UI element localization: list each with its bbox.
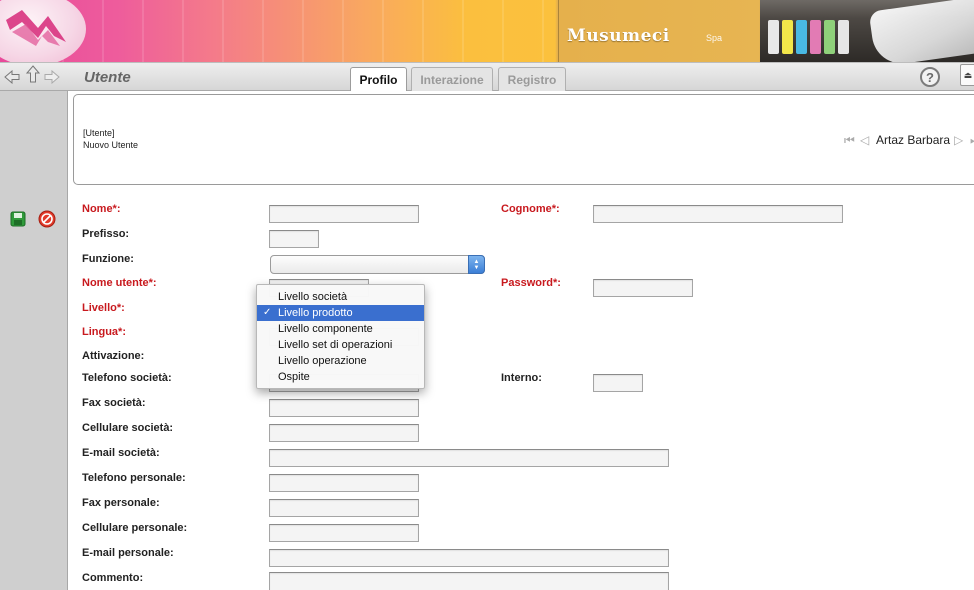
label-interno: Interno: [501, 372, 542, 384]
label-lingua: Lingua*: [82, 326, 126, 338]
next-record-icon[interactable]: ▷ [954, 133, 963, 147]
label-commento: Commento: [82, 572, 144, 584]
label-cognome: Cognome*: [501, 203, 560, 215]
help-icon[interactable]: ? [920, 67, 940, 87]
brand-name: Musumeci [567, 26, 670, 46]
up-arrow-icon[interactable] [25, 65, 41, 83]
app-window: Musumeci Spa Utente Profilo Interazione … [0, 0, 974, 590]
save-icon[interactable] [9, 210, 27, 228]
record-header: [Utente] Nuovo Utente ⏮ ◁ Artaz Barbara … [73, 94, 974, 185]
breadcrumb-current: Nuovo Utente [83, 140, 139, 150]
label-prefisso: Prefisso: [82, 228, 130, 240]
page-title: Utente [84, 69, 131, 86]
checkmark-icon: ✓ [263, 307, 272, 318]
cognome-input[interactable] [593, 205, 843, 223]
menu-item-livello-operazione[interactable]: Livello operazione [257, 353, 424, 369]
label-email-societa: E-mail società: [82, 447, 160, 459]
label-fax-societa: Fax società: [82, 397, 146, 409]
label-fax-personale: Fax personale: [82, 497, 160, 509]
label-cellulare-societa: Cellulare società: [82, 422, 174, 434]
tab-profilo[interactable]: Profilo [350, 67, 407, 92]
cellulare-societa-input[interactable] [269, 424, 419, 442]
password-input[interactable] [593, 279, 693, 297]
label-telefono-societa: Telefono società: [82, 372, 172, 384]
label-password: Password*: [501, 277, 561, 289]
menu-item-livello-set-di-operazioni[interactable]: Livello set di operazioni [257, 337, 424, 353]
last-record-icon[interactable]: ⏭ [970, 133, 974, 148]
telefono-personale-input[interactable] [269, 474, 419, 492]
printer-photo [760, 0, 974, 62]
cancel-icon[interactable] [38, 210, 56, 228]
menu-item-ospite[interactable]: Ospite [257, 369, 424, 385]
first-record-icon[interactable]: ⏮ [844, 133, 855, 148]
menu-item-livello-prodotto[interactable]: ✓ Livello prodotto [257, 305, 424, 321]
forward-arrow-icon[interactable] [44, 69, 60, 85]
fax-societa-input[interactable] [269, 399, 419, 417]
eject-icon[interactable]: ⏏ [960, 64, 974, 86]
menu-item-livello-componente[interactable]: Livello componente [257, 321, 424, 337]
prefisso-input[interactable] [269, 230, 319, 248]
label-attivazione: Attivazione: [82, 350, 145, 362]
label-cellulare-personale: Cellulare personale: [82, 522, 188, 534]
tab-interazione[interactable]: Interazione [411, 67, 493, 91]
livello-dropdown-menu[interactable]: Livello società ✓ Livello prodotto Livell… [256, 284, 425, 389]
brand-suffix: Spa [706, 33, 723, 43]
label-nome: Nome*: [82, 203, 121, 215]
funzione-select[interactable]: ▲ ▼ [270, 255, 485, 274]
label-email-personale: E-mail personale: [82, 547, 174, 559]
side-panel [0, 91, 68, 590]
label-funzione: Funzione: [82, 253, 134, 265]
company-logo [0, 0, 86, 62]
label-livello: Livello*: [82, 302, 125, 314]
fax-personale-input[interactable] [269, 499, 419, 517]
toolbar: Utente Profilo Interazione Registro ? ⏏ [0, 62, 974, 92]
main-content: [Utente] Nuovo Utente ⏮ ◁ Artaz Barbara … [68, 91, 974, 590]
cellulare-personale-input[interactable] [269, 524, 419, 542]
header-banner: Musumeci Spa [0, 0, 974, 62]
nome-input[interactable] [269, 205, 419, 223]
email-personale-input[interactable] [269, 549, 669, 567]
breadcrumb-parent: [Utente] [83, 128, 115, 138]
tab-registro[interactable]: Registro [498, 67, 566, 91]
back-arrow-icon[interactable] [4, 69, 20, 85]
interno-input[interactable] [593, 374, 643, 392]
label-nome-utente: Nome utente*: [82, 277, 157, 289]
commento-textarea[interactable] [269, 572, 669, 590]
prev-record-icon[interactable]: ◁ [860, 133, 869, 147]
email-societa-input[interactable] [269, 449, 669, 467]
menu-item-livello-societa[interactable]: Livello società [257, 289, 424, 305]
label-telefono-personale: Telefono personale: [82, 472, 186, 484]
record-name: Artaz Barbara [876, 133, 951, 147]
select-stepper-icon: ▲ ▼ [468, 255, 485, 274]
